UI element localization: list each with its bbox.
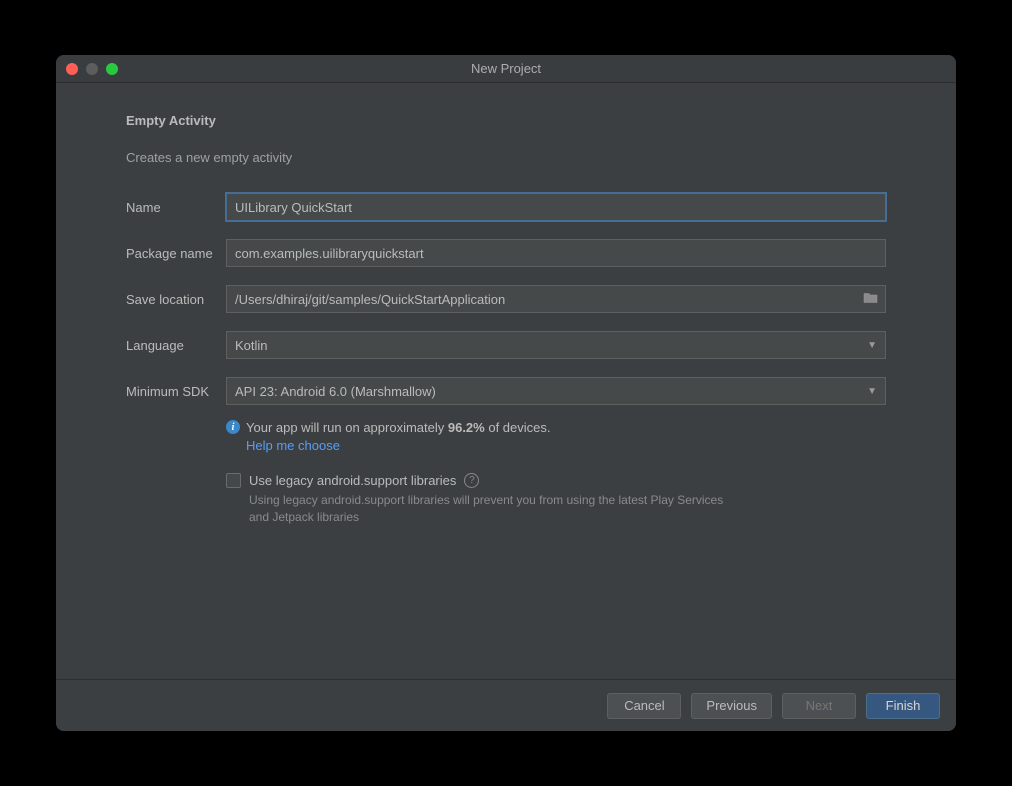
language-value: Kotlin: [235, 338, 867, 353]
label-language: Language: [126, 338, 226, 353]
info-prefix: Your app will run on approximately: [246, 420, 448, 435]
page-subheading: Creates a new empty activity: [126, 150, 886, 165]
label-min-sdk: Minimum SDK: [126, 384, 226, 399]
device-coverage-info: i Your app will run on approximately 96.…: [226, 419, 886, 455]
page-heading: Empty Activity: [126, 113, 886, 128]
legacy-hint: Using legacy android.support libraries w…: [249, 492, 729, 526]
row-save-location: Save location: [126, 285, 886, 313]
info-text: Your app will run on approximately 96.2%…: [246, 419, 551, 455]
row-package: Package name: [126, 239, 886, 267]
label-save-location: Save location: [126, 292, 226, 307]
chevron-down-icon: ▼: [867, 340, 877, 351]
maximize-icon[interactable]: [106, 63, 118, 75]
cancel-button[interactable]: Cancel: [607, 693, 681, 719]
legacy-label: Use legacy android.support libraries: [249, 473, 456, 488]
titlebar: New Project: [56, 55, 956, 83]
help-me-choose-link[interactable]: Help me choose: [246, 438, 340, 453]
language-select[interactable]: Kotlin ▼: [226, 331, 886, 359]
window-controls: [66, 63, 118, 75]
close-icon[interactable]: [66, 63, 78, 75]
new-project-dialog: New Project Empty Activity Creates a new…: [56, 55, 956, 731]
label-package: Package name: [126, 246, 226, 261]
window-title: New Project: [471, 61, 541, 76]
min-sdk-select[interactable]: API 23: Android 6.0 (Marshmallow) ▼: [226, 377, 886, 405]
next-button: Next: [782, 693, 856, 719]
label-name: Name: [126, 200, 226, 215]
help-icon[interactable]: ?: [464, 473, 479, 488]
name-input[interactable]: [226, 193, 886, 221]
package-input[interactable]: [226, 239, 886, 267]
legacy-checkbox[interactable]: [226, 473, 241, 488]
info-suffix: of devices.: [485, 420, 551, 435]
row-name: Name: [126, 193, 886, 221]
save-location-input[interactable]: [226, 285, 886, 313]
chevron-down-icon: ▼: [867, 386, 877, 397]
previous-button[interactable]: Previous: [691, 693, 772, 719]
dialog-footer: Cancel Previous Next Finish: [56, 679, 956, 731]
finish-button[interactable]: Finish: [866, 693, 940, 719]
row-language: Language Kotlin ▼: [126, 331, 886, 359]
minimize-icon[interactable]: [86, 63, 98, 75]
dialog-content: Empty Activity Creates a new empty activ…: [56, 83, 956, 679]
min-sdk-value: API 23: Android 6.0 (Marshmallow): [235, 384, 867, 399]
info-percent: 96.2%: [448, 420, 485, 435]
info-icon: i: [226, 420, 240, 434]
row-min-sdk: Minimum SDK API 23: Android 6.0 (Marshma…: [126, 377, 886, 405]
legacy-libs-block: Use legacy android.support libraries ? U…: [226, 473, 886, 526]
